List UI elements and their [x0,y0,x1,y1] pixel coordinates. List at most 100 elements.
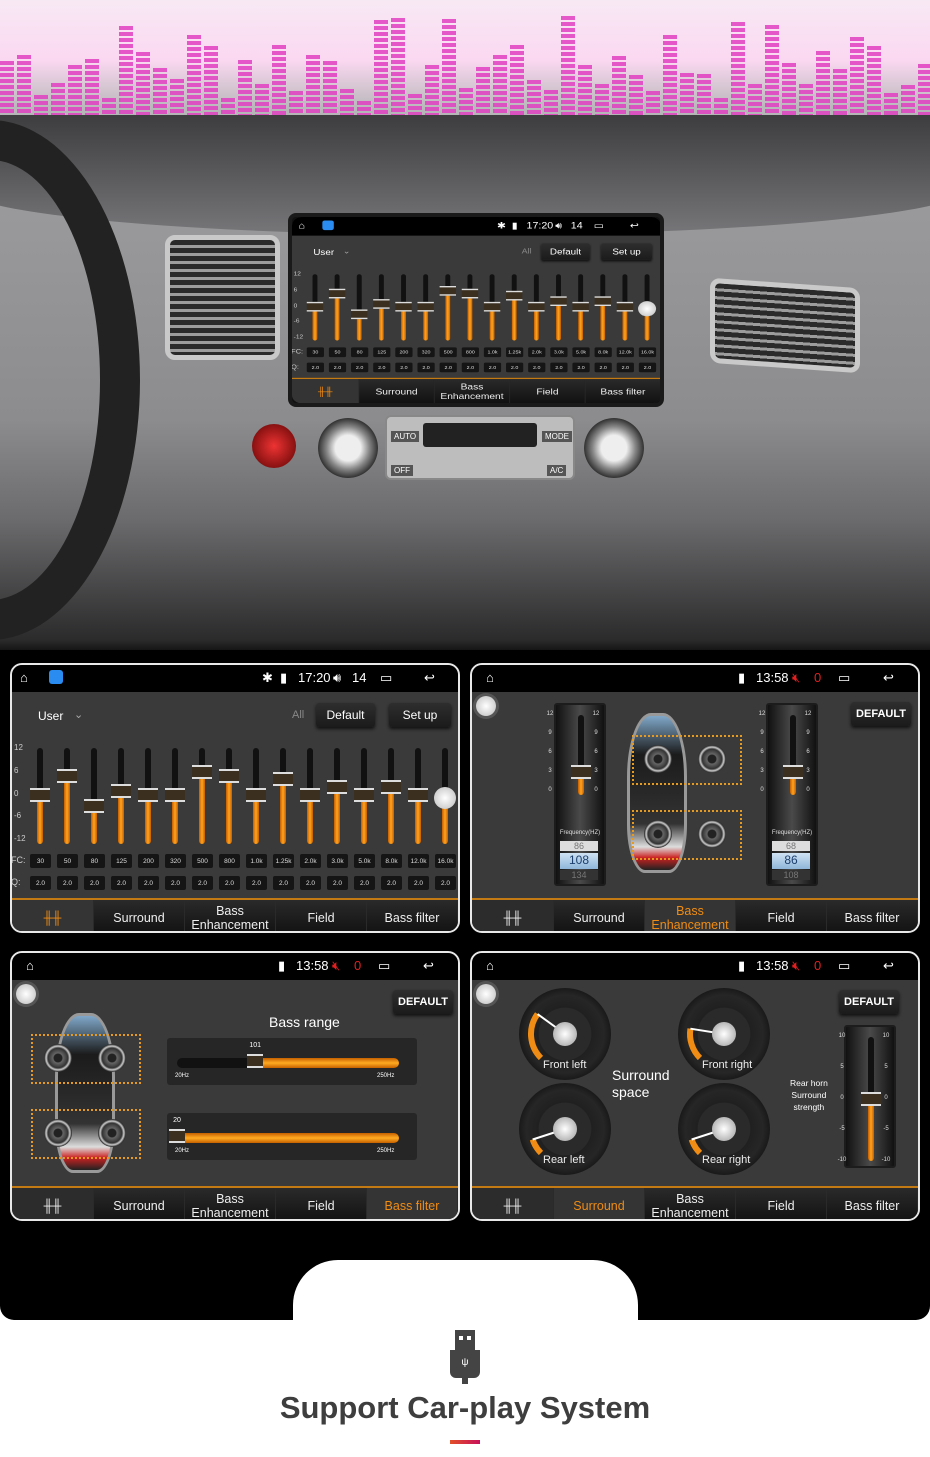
level-slider[interactable] [571,715,591,795]
slider-knob[interactable] [434,787,456,810]
q-value[interactable]: 2.0 [165,876,186,890]
slider-thumb[interactable] [111,783,131,798]
slider-thumb[interactable] [30,787,50,802]
eq-band-slider[interactable] [381,748,401,844]
slider-thumb[interactable] [354,787,374,802]
slider-thumb[interactable] [57,768,77,783]
tab-equalizer[interactable]: ╫╫ [12,1188,94,1219]
slider-thumb[interactable] [861,1092,881,1106]
default-button[interactable]: DEFAULT [839,990,899,1014]
fc-value[interactable]: 3.0k [327,854,348,868]
recent-apps-icon[interactable]: ▭ [380,670,392,686]
tab-surround[interactable]: Surround [554,1188,645,1219]
tab-bass-filter[interactable]: Bass filter [827,1188,918,1219]
home-icon[interactable]: ⌂ [20,670,28,685]
slider-thumb[interactable] [300,787,320,802]
level-slider[interactable] [783,715,803,795]
setup-button[interactable]: Set up [389,703,451,727]
slider-thumb[interactable] [169,1129,185,1143]
fc-value[interactable]: 30 [30,854,51,868]
all-toggle[interactable]: All [292,709,304,721]
tab-bass-filter[interactable]: Bass filter [367,900,458,931]
fc-value[interactable]: 8.0k [381,854,402,868]
fc-value[interactable]: 12.0k [408,854,429,868]
eq-band-slider[interactable] [246,748,266,844]
q-value[interactable]: 2.0 [435,876,456,890]
tab-bass-enhancement[interactable]: Bass Enhancement [645,900,736,931]
fc-value[interactable]: 1.25k [273,854,294,868]
default-button[interactable]: DEFAULT [851,702,911,726]
tab-field[interactable]: Field [276,1188,367,1219]
slider-thumb[interactable] [273,772,293,787]
slider-thumb[interactable] [327,779,347,794]
q-value[interactable]: 2.0 [246,876,267,890]
home-icon[interactable]: ⌂ [486,670,494,685]
fc-value[interactable]: 1.0k [246,854,267,868]
frequency-next[interactable]: 108 [772,870,810,880]
q-value[interactable]: 2.0 [381,876,402,890]
q-value[interactable]: 2.0 [57,876,78,890]
slider-thumb[interactable] [408,787,428,802]
slider-thumb[interactable] [192,764,212,779]
home-icon[interactable]: ⌂ [26,958,34,973]
back-icon[interactable]: ↩ [424,670,435,686]
fc-value[interactable]: 16.0k [435,854,456,868]
tab-field[interactable]: Field [276,900,367,931]
eq-band-slider[interactable] [84,748,104,844]
fc-value[interactable]: 320 [165,854,186,868]
frequency-selected[interactable]: 108 [560,853,598,869]
slider-thumb[interactable] [783,765,803,779]
q-value[interactable]: 2.0 [219,876,240,890]
slider-thumb[interactable] [165,787,185,802]
eq-band-slider[interactable] [111,748,131,844]
eq-band-slider[interactable] [57,748,77,844]
slider-thumb[interactable] [381,779,401,794]
rear-horn-strength-slider[interactable]: 10 10 5 5 0 0 -5 -5 -10 -10 [838,1025,896,1168]
slider-thumb[interactable] [138,787,158,802]
fc-value[interactable]: 800 [219,854,240,868]
fc-value[interactable]: 80 [84,854,105,868]
recent-apps-icon[interactable]: ▭ [378,958,390,974]
fc-value[interactable]: 50 [57,854,78,868]
fc-value[interactable]: 500 [192,854,213,868]
back-icon[interactable]: ↩ [423,958,434,974]
home-icon[interactable]: ⌂ [486,958,494,973]
fc-value[interactable]: 5.0k [354,854,375,868]
q-value[interactable]: 2.0 [273,876,294,890]
eq-band-slider[interactable] [273,748,293,844]
tab-bass-filter[interactable]: Bass filter [827,900,918,931]
q-value[interactable]: 2.0 [30,876,51,890]
recent-apps-icon[interactable]: ▭ [838,670,850,686]
tab-equalizer[interactable]: ╫╫ [12,900,94,931]
eq-band-slider[interactable] [354,748,374,844]
eq-band-slider[interactable] [434,748,456,844]
gauge-knob[interactable] [712,1117,736,1141]
tab-field[interactable]: Field [736,900,827,931]
tab-equalizer[interactable]: ╫╫ [472,900,554,931]
bass-range-slider[interactable]: 101 20Hz 250Hz [167,1038,417,1085]
back-icon[interactable]: ↩ [883,670,894,686]
gauge-knob[interactable] [712,1022,736,1046]
tab-field[interactable]: Field [736,1188,827,1219]
strength-track[interactable] [861,1037,881,1161]
fc-value[interactable]: 200 [138,854,159,868]
eq-band-slider[interactable] [192,748,212,844]
tab-surround[interactable]: Surround [94,900,185,931]
tab-equalizer[interactable]: ╫╫ [472,1188,554,1219]
gauge-knob[interactable] [553,1117,577,1141]
recent-apps-icon[interactable]: ▭ [838,958,850,974]
fc-value[interactable]: 2.0k [300,854,321,868]
eq-band-slider[interactable] [327,748,347,844]
eq-band-slider[interactable] [30,748,50,844]
q-value[interactable]: 2.0 [192,876,213,890]
q-value[interactable]: 2.0 [138,876,159,890]
tab-bass-enhancement[interactable]: Bass Enhancement [645,1188,736,1219]
frequency-prev[interactable]: 86 [560,841,598,851]
tab-bass-enhancement[interactable]: Bass Enhancement [185,900,276,931]
q-value[interactable]: 2.0 [327,876,348,890]
eq-band-slider[interactable] [219,748,239,844]
default-button[interactable]: DEFAULT [393,990,453,1014]
q-value[interactable]: 2.0 [111,876,132,890]
default-button[interactable]: Default [316,703,375,727]
q-value[interactable]: 2.0 [408,876,429,890]
